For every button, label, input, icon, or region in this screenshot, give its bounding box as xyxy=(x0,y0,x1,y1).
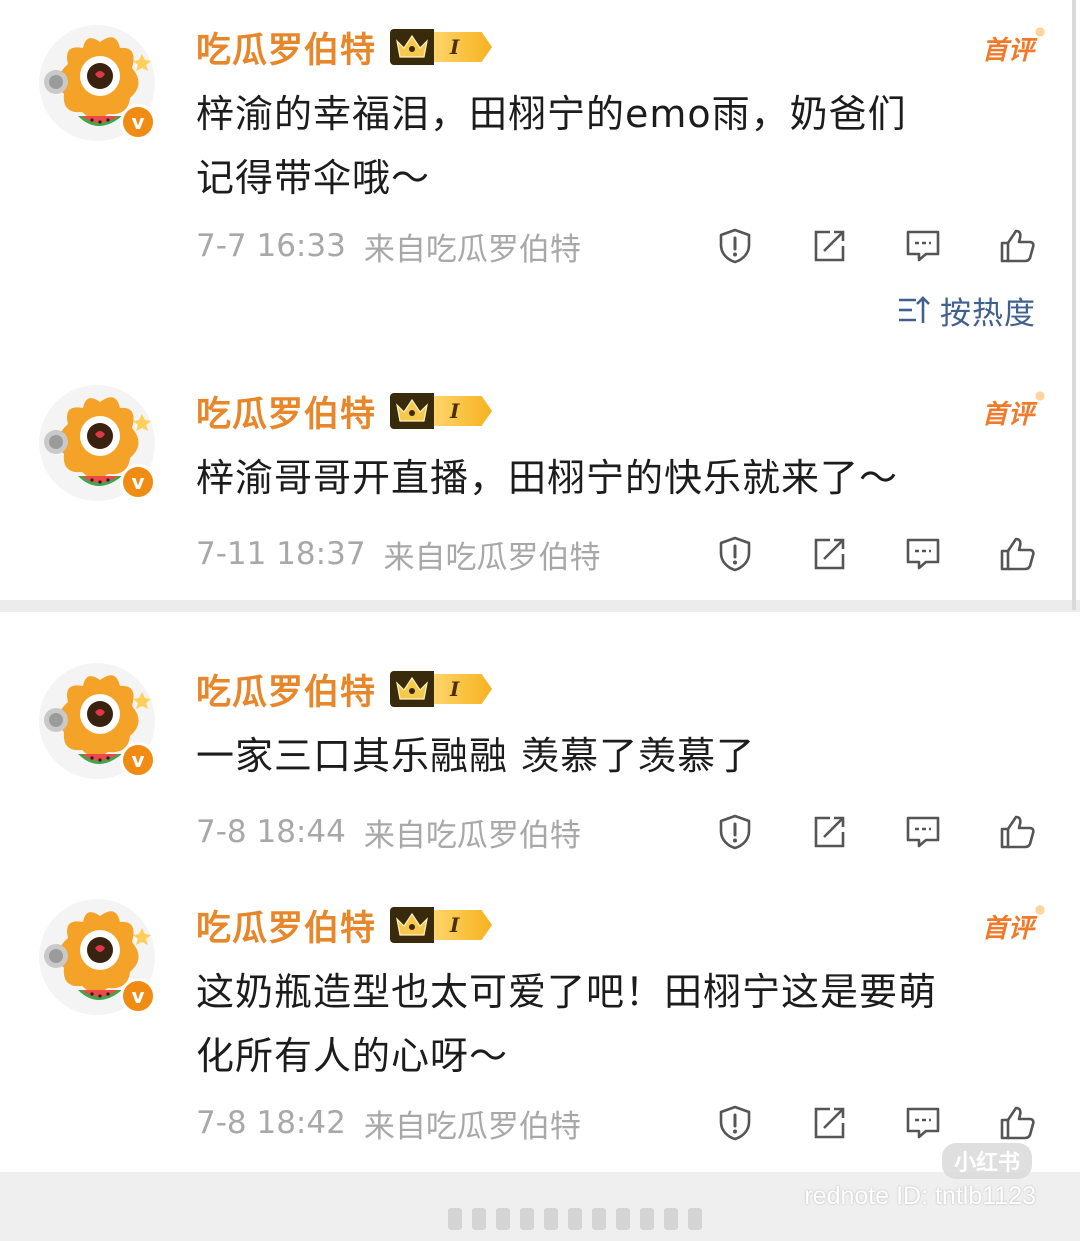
fan-level-badge[interactable]: I xyxy=(390,671,493,707)
report-icon xyxy=(716,227,754,265)
username[interactable]: 吃瓜罗伯特 xyxy=(196,386,376,437)
comment-meta: 7-8 18:42 来自吃瓜罗伯特 xyxy=(196,1103,581,1145)
report-icon xyxy=(716,535,754,573)
username-row: 吃瓜罗伯特 I xyxy=(196,386,493,437)
like-button[interactable] xyxy=(998,532,1036,576)
screenshot-divider xyxy=(0,600,1080,612)
username-row: 吃瓜罗伯特 I xyxy=(196,664,493,715)
watermark-logo: 小红书 xyxy=(941,1143,1032,1179)
like-button[interactable] xyxy=(998,224,1036,268)
crown-icon xyxy=(390,671,435,707)
report-button[interactable] xyxy=(716,810,754,854)
comment-meta: 7-8 18:44 来自吃瓜罗伯特 xyxy=(196,812,581,854)
comment-text-line: 梓渝的幸福泪，田栩宁的emo雨，奶爸们 xyxy=(196,92,907,136)
username-row: 吃瓜罗伯特 I xyxy=(196,900,493,951)
fan-level-badge[interactable]: I xyxy=(390,393,493,429)
repost-icon xyxy=(810,535,848,573)
fan-level: I xyxy=(434,396,493,426)
avatar[interactable]: v xyxy=(38,24,156,142)
comment-text: 梓渝的幸福泪，田栩宁的emo雨，奶爸们 记得带伞哦～ xyxy=(196,82,1036,210)
avatar[interactable]: v xyxy=(38,662,156,780)
like-button[interactable] xyxy=(998,1101,1036,1145)
report-icon xyxy=(716,813,754,851)
reply-button[interactable] xyxy=(904,810,942,854)
comment-source: 来自吃瓜罗伯特 xyxy=(363,817,581,854)
reply-button[interactable] xyxy=(904,532,942,576)
first-comment-tag: 首评 xyxy=(982,902,1049,945)
repost-icon xyxy=(810,813,848,851)
comment-text: 梓渝哥哥开直播，田栩宁的快乐就来了～ xyxy=(196,446,1036,510)
sort-icon xyxy=(899,296,930,323)
comment-text-line: 这奶瓶造型也太可爱了吧！田栩宁这是要萌 xyxy=(196,970,938,1014)
crown-icon xyxy=(390,907,435,943)
report-button[interactable] xyxy=(716,1101,754,1145)
repost-button[interactable] xyxy=(810,224,848,268)
report-icon xyxy=(716,1104,754,1142)
comment-time: 7-8 18:44 xyxy=(196,814,346,850)
comment-icon xyxy=(904,227,942,265)
verified-badge: v xyxy=(120,104,156,140)
comment-actions xyxy=(716,1101,1036,1145)
avatar[interactable]: v xyxy=(38,898,156,1016)
username[interactable]: 吃瓜罗伯特 xyxy=(196,900,376,951)
comment-icon xyxy=(904,1104,942,1142)
comment-icon xyxy=(904,535,942,573)
comment-icon xyxy=(904,813,942,851)
fan-level: I xyxy=(434,674,493,704)
comment-text: 一家三口其乐融融 羡慕了羡慕了 xyxy=(196,724,1036,788)
watermark-id: rednote ID: tntlb1123 xyxy=(804,1182,1036,1210)
like-button[interactable] xyxy=(998,810,1036,854)
fan-level-badge[interactable]: I xyxy=(390,29,493,65)
comment-text-line: 记得带伞哦～ xyxy=(196,156,431,200)
repost-icon xyxy=(810,1104,848,1142)
comment-source: 来自吃瓜罗伯特 xyxy=(363,1108,581,1145)
comment-meta: 7-11 18:37 来自吃瓜罗伯特 xyxy=(196,534,601,576)
comment-time: 7-8 18:42 xyxy=(196,1105,346,1141)
report-button[interactable] xyxy=(716,224,754,268)
like-icon xyxy=(998,227,1036,265)
comment-text-line: 化所有人的心呀～ xyxy=(196,1034,509,1078)
like-icon xyxy=(998,1104,1036,1142)
repost-button[interactable] xyxy=(810,532,848,576)
repost-button[interactable] xyxy=(810,1101,848,1145)
comment-screen-bottom xyxy=(0,612,1080,1241)
comment-time: 7-7 16:33 xyxy=(196,228,346,264)
reply-button[interactable] xyxy=(904,224,942,268)
comment-actions xyxy=(716,224,1036,268)
username[interactable]: 吃瓜罗伯特 xyxy=(196,664,376,715)
first-comment-tag: 首评 xyxy=(982,24,1049,67)
crown-icon xyxy=(390,29,435,65)
crown-icon xyxy=(390,393,435,429)
report-button[interactable] xyxy=(716,532,754,576)
verified-badge: v xyxy=(120,742,156,778)
comment-actions xyxy=(716,810,1036,854)
username-row: 吃瓜罗伯特 I xyxy=(196,22,493,73)
comment-source: 来自吃瓜罗伯特 xyxy=(363,231,581,268)
comment-time: 7-11 18:37 xyxy=(196,536,366,572)
like-icon xyxy=(998,813,1036,851)
reply-button[interactable] xyxy=(904,1101,942,1145)
fan-level: I xyxy=(434,32,493,62)
comment-text-line: 梓渝哥哥开直播，田栩宁的快乐就来了～ xyxy=(196,456,899,500)
fan-level-badge[interactable]: I xyxy=(390,907,493,943)
scrollbar xyxy=(1072,0,1076,610)
like-icon xyxy=(998,535,1036,573)
loading-indicator xyxy=(448,1208,702,1230)
avatar[interactable]: v xyxy=(38,384,156,502)
comment-actions xyxy=(716,532,1036,576)
first-comment-tag: 首评 xyxy=(982,388,1049,431)
comment-source: 来自吃瓜罗伯特 xyxy=(383,539,601,576)
comment-meta: 7-7 16:33 来自吃瓜罗伯特 xyxy=(196,226,581,268)
sort-label: 按热度 xyxy=(940,295,1036,332)
verified-badge: v xyxy=(120,978,156,1014)
repost-icon xyxy=(810,227,848,265)
fan-level: I xyxy=(434,910,493,940)
comment-text: 这奶瓶造型也太可爱了吧！田栩宁这是要萌 化所有人的心呀～ xyxy=(196,960,1036,1088)
repost-button[interactable] xyxy=(810,810,848,854)
comment-text-line: 一家三口其乐融融 羡慕了羡慕了 xyxy=(196,734,756,778)
verified-badge: v xyxy=(120,464,156,500)
username[interactable]: 吃瓜罗伯特 xyxy=(196,22,376,73)
sort-by-hot-button[interactable]: 按热度 xyxy=(896,290,1036,332)
